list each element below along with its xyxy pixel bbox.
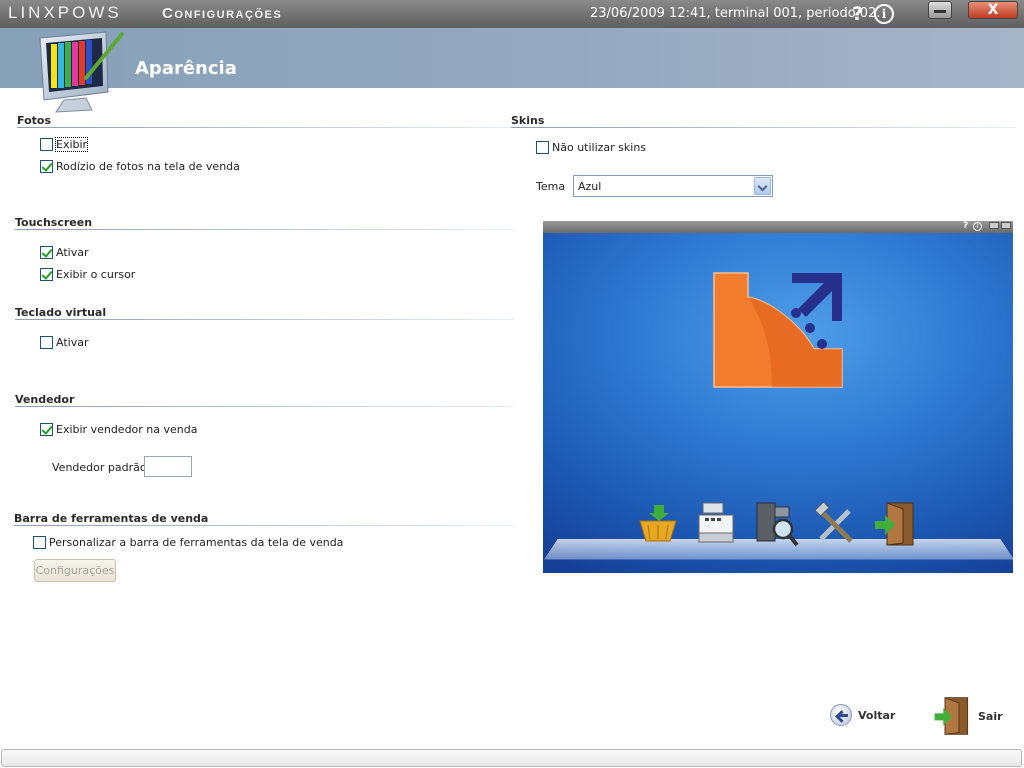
section-divider bbox=[511, 127, 1016, 128]
preview-help-icon: ? bbox=[963, 221, 969, 231]
status-text: 23/06/2009 12:41, terminal 001, periodo … bbox=[590, 6, 881, 21]
checkbox-box[interactable] bbox=[536, 141, 549, 154]
title-bar: LINXPOWS Configurações 23/06/2009 12:41,… bbox=[0, 0, 1024, 28]
minimize-button[interactable] bbox=[928, 1, 952, 19]
checkbox-box[interactable] bbox=[40, 138, 53, 151]
linx-logo-icon bbox=[713, 272, 843, 388]
fotos-rodizio-checkbox[interactable]: Rodízio de fotos na tela de venda bbox=[40, 160, 240, 173]
page-title: Aparência bbox=[135, 58, 237, 79]
touchscreen-cursor-checkbox[interactable]: Exibir o cursor bbox=[40, 268, 135, 281]
info-icon[interactable]: i bbox=[874, 4, 894, 24]
exit-door-icon bbox=[875, 502, 914, 546]
section-divider bbox=[15, 406, 514, 407]
section-divider bbox=[15, 319, 514, 320]
preview-close-icon bbox=[1001, 222, 1011, 229]
page-header: Aparência bbox=[0, 28, 1024, 88]
cash-register-icon bbox=[698, 502, 734, 543]
checkbox-label: Ativar bbox=[56, 246, 89, 259]
basket-icon bbox=[639, 505, 677, 542]
checkbox-box[interactable] bbox=[40, 160, 53, 173]
close-button[interactable]: X bbox=[968, 1, 1018, 19]
voltar-button[interactable]: Voltar bbox=[830, 704, 895, 726]
preview-info-icon: i bbox=[973, 222, 982, 231]
preview-title-bar: ? i bbox=[543, 221, 1013, 233]
barra-personalizar-checkbox[interactable]: Personalizar a barra de ferramentas da t… bbox=[33, 536, 343, 549]
appearance-monitor-icon bbox=[39, 31, 124, 113]
search-computer-icon bbox=[756, 502, 799, 547]
vendedor-padrao-label: Vendedor padrão bbox=[52, 461, 147, 474]
voltar-label: Voltar bbox=[858, 708, 896, 722]
section-barra-title: Barra de ferramentas de venda bbox=[14, 512, 209, 525]
tema-select[interactable]: Azul bbox=[573, 175, 773, 197]
checkbox-label: Personalizar a barra de ferramentas da t… bbox=[49, 536, 344, 549]
skin-preview: ? i bbox=[543, 221, 1013, 573]
configuracoes-button[interactable]: Configurações bbox=[34, 559, 116, 582]
section-divider bbox=[15, 229, 514, 230]
section-divider bbox=[17, 127, 514, 128]
checkbox-label: Exibir o cursor bbox=[56, 268, 136, 281]
sair-button[interactable]: Sair bbox=[932, 696, 1003, 736]
vendedor-padrao-input[interactable] bbox=[144, 456, 192, 477]
section-vendedor-title: Vendedor bbox=[15, 393, 75, 406]
tools-icon bbox=[815, 503, 853, 543]
checkbox-box[interactable] bbox=[40, 336, 53, 349]
preview-minimize-icon bbox=[989, 222, 999, 229]
checkbox-label: Rodízio de fotos na tela de venda bbox=[56, 160, 240, 173]
app-title: Configurações bbox=[162, 5, 283, 22]
checkbox-box[interactable] bbox=[40, 246, 53, 259]
checkbox-box[interactable] bbox=[40, 423, 53, 436]
section-divider bbox=[14, 525, 514, 526]
status-bar bbox=[1, 749, 1022, 767]
checkbox-box[interactable] bbox=[33, 536, 46, 549]
section-touchscreen-title: Touchscreen bbox=[15, 216, 93, 229]
teclado-ativar-checkbox[interactable]: Ativar bbox=[40, 336, 88, 349]
fotos-exibir-checkbox[interactable]: Exibir bbox=[40, 137, 89, 152]
checkbox-label: Ativar bbox=[56, 336, 89, 349]
skins-nao-utilizar-checkbox[interactable]: Não utilizar skins bbox=[536, 141, 646, 154]
brand-logo: LINXPOWS bbox=[8, 3, 122, 22]
touchscreen-ativar-checkbox[interactable]: Ativar bbox=[40, 246, 88, 259]
minimize-icon bbox=[934, 10, 946, 13]
checkbox-label: Exibir vendedor na venda bbox=[56, 423, 198, 436]
checkbox-label: Exibir bbox=[54, 137, 89, 152]
checkbox-label: Não utilizar skins bbox=[552, 141, 647, 154]
section-teclado-title: Teclado virtual bbox=[15, 306, 107, 319]
exit-door-icon bbox=[934, 697, 969, 735]
tema-select-value: Azul bbox=[578, 180, 602, 193]
vendedor-exibir-checkbox[interactable]: Exibir vendedor na venda bbox=[40, 423, 198, 436]
checkbox-box[interactable] bbox=[40, 268, 53, 281]
section-skins-title: Skins bbox=[511, 114, 545, 127]
chevron-down-icon[interactable] bbox=[754, 177, 771, 195]
arrow-left-icon bbox=[830, 704, 852, 726]
section-fotos-title: Fotos bbox=[17, 114, 51, 127]
tema-label: Tema bbox=[536, 180, 566, 193]
help-icon[interactable]: ? bbox=[852, 3, 863, 25]
sair-label: Sair bbox=[978, 709, 1003, 723]
